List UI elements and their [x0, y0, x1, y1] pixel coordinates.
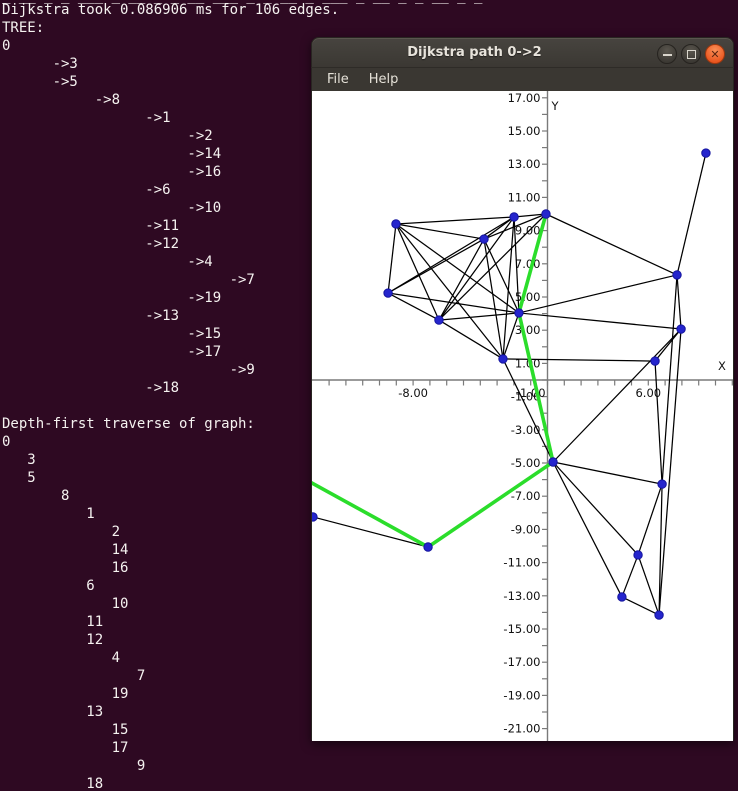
graph-edge: [439, 320, 503, 359]
terminal-output: Dijkstra took 0.086906 ms for 106 edges.…: [2, 1, 339, 791]
graph-edge: [313, 517, 428, 547]
graph-node: [384, 289, 392, 297]
graph-node: [510, 213, 518, 221]
y-tick-label: 17.00: [508, 91, 541, 105]
graph-node: [480, 235, 488, 243]
close-icon: ✕: [710, 49, 719, 60]
graph-edge: [396, 224, 484, 239]
minimize-icon: [663, 54, 672, 56]
graph-node: [312, 513, 317, 521]
graph-node: [651, 357, 659, 365]
window-controls: ✕: [657, 44, 725, 64]
y-tick-label: -19.00: [503, 688, 540, 702]
graph-node: [515, 309, 523, 317]
graph-edge: [503, 217, 514, 359]
graph-edge: [396, 217, 514, 224]
y-axis-letter: Y: [551, 99, 560, 113]
graph-canvas: -8.00-1.006.0017.0015.0013.0011.009.007.…: [312, 91, 733, 741]
y-tick-label: -13.00: [503, 589, 540, 603]
graph-node: [618, 593, 626, 601]
graph-edge: [553, 329, 681, 462]
graph-node: [424, 543, 432, 551]
graph-edge: [396, 224, 439, 320]
graph-node: [634, 551, 642, 559]
y-tick-label: -5.00: [511, 456, 541, 470]
y-tick-label: -15.00: [503, 622, 540, 636]
graph-edge: [622, 555, 638, 597]
plot-area: -8.00-1.006.0017.0015.0013.0011.009.007.…: [312, 91, 733, 741]
maximize-button[interactable]: [681, 44, 701, 64]
graph-edge: [388, 224, 396, 293]
y-tick-label: -3.00: [511, 423, 541, 437]
window-title: Dijkstra path 0->2: [312, 38, 637, 68]
window-titlebar[interactable]: Dijkstra path 0->2 ✕: [311, 37, 734, 67]
maximize-icon: [687, 50, 696, 59]
y-tick-label: -7.00: [511, 489, 541, 503]
graph-node: [435, 316, 443, 324]
graph-node: [542, 210, 550, 218]
graph-node: [499, 355, 507, 363]
y-tick-label: 11.00: [508, 190, 541, 204]
y-tick-label: 13.00: [508, 157, 541, 171]
x-axis-letter: X: [718, 359, 726, 373]
graph-edge: [439, 313, 519, 320]
graph-edge: [439, 217, 514, 320]
menu-help[interactable]: Help: [362, 70, 406, 89]
x-tick-label: -8.00: [398, 386, 428, 400]
graph-node: [658, 480, 666, 488]
graph-edge: [519, 313, 681, 329]
graph-node: [392, 220, 400, 228]
graph-node: [655, 611, 663, 619]
graph-node: [702, 149, 710, 157]
graph-edge: [677, 153, 706, 275]
graph-node: [549, 458, 557, 466]
y-tick-label: 9.00: [515, 224, 541, 238]
dijkstra-window: Dijkstra path 0->2 ✕ File Help -8.00-1.0…: [311, 37, 734, 741]
menu-bar: File Help: [311, 67, 734, 91]
graph-node: [677, 325, 685, 333]
close-button[interactable]: ✕: [705, 44, 725, 64]
y-tick-label: 15.00: [508, 124, 541, 138]
graph-node: [673, 271, 681, 279]
minimize-button[interactable]: [657, 44, 677, 64]
graph-edge: [503, 359, 553, 462]
menu-file[interactable]: File: [320, 70, 356, 89]
y-tick-label: -9.00: [511, 522, 541, 536]
graph-edge: [388, 217, 514, 293]
graph-edge: [553, 462, 622, 597]
graph-edge: [553, 462, 638, 555]
y-tick-label: -11.00: [503, 556, 540, 570]
graph-edge: [546, 214, 677, 275]
y-tick-label: 3.00: [515, 323, 541, 337]
y-tick-label: -21.00: [503, 722, 540, 736]
graph-edge: [638, 484, 662, 555]
graph-edge: [677, 275, 681, 329]
shortest-path-edge: [312, 472, 428, 547]
y-tick-label: 7.00: [515, 257, 541, 271]
graph-edge: [396, 224, 519, 313]
y-tick-label: -17.00: [503, 655, 540, 669]
